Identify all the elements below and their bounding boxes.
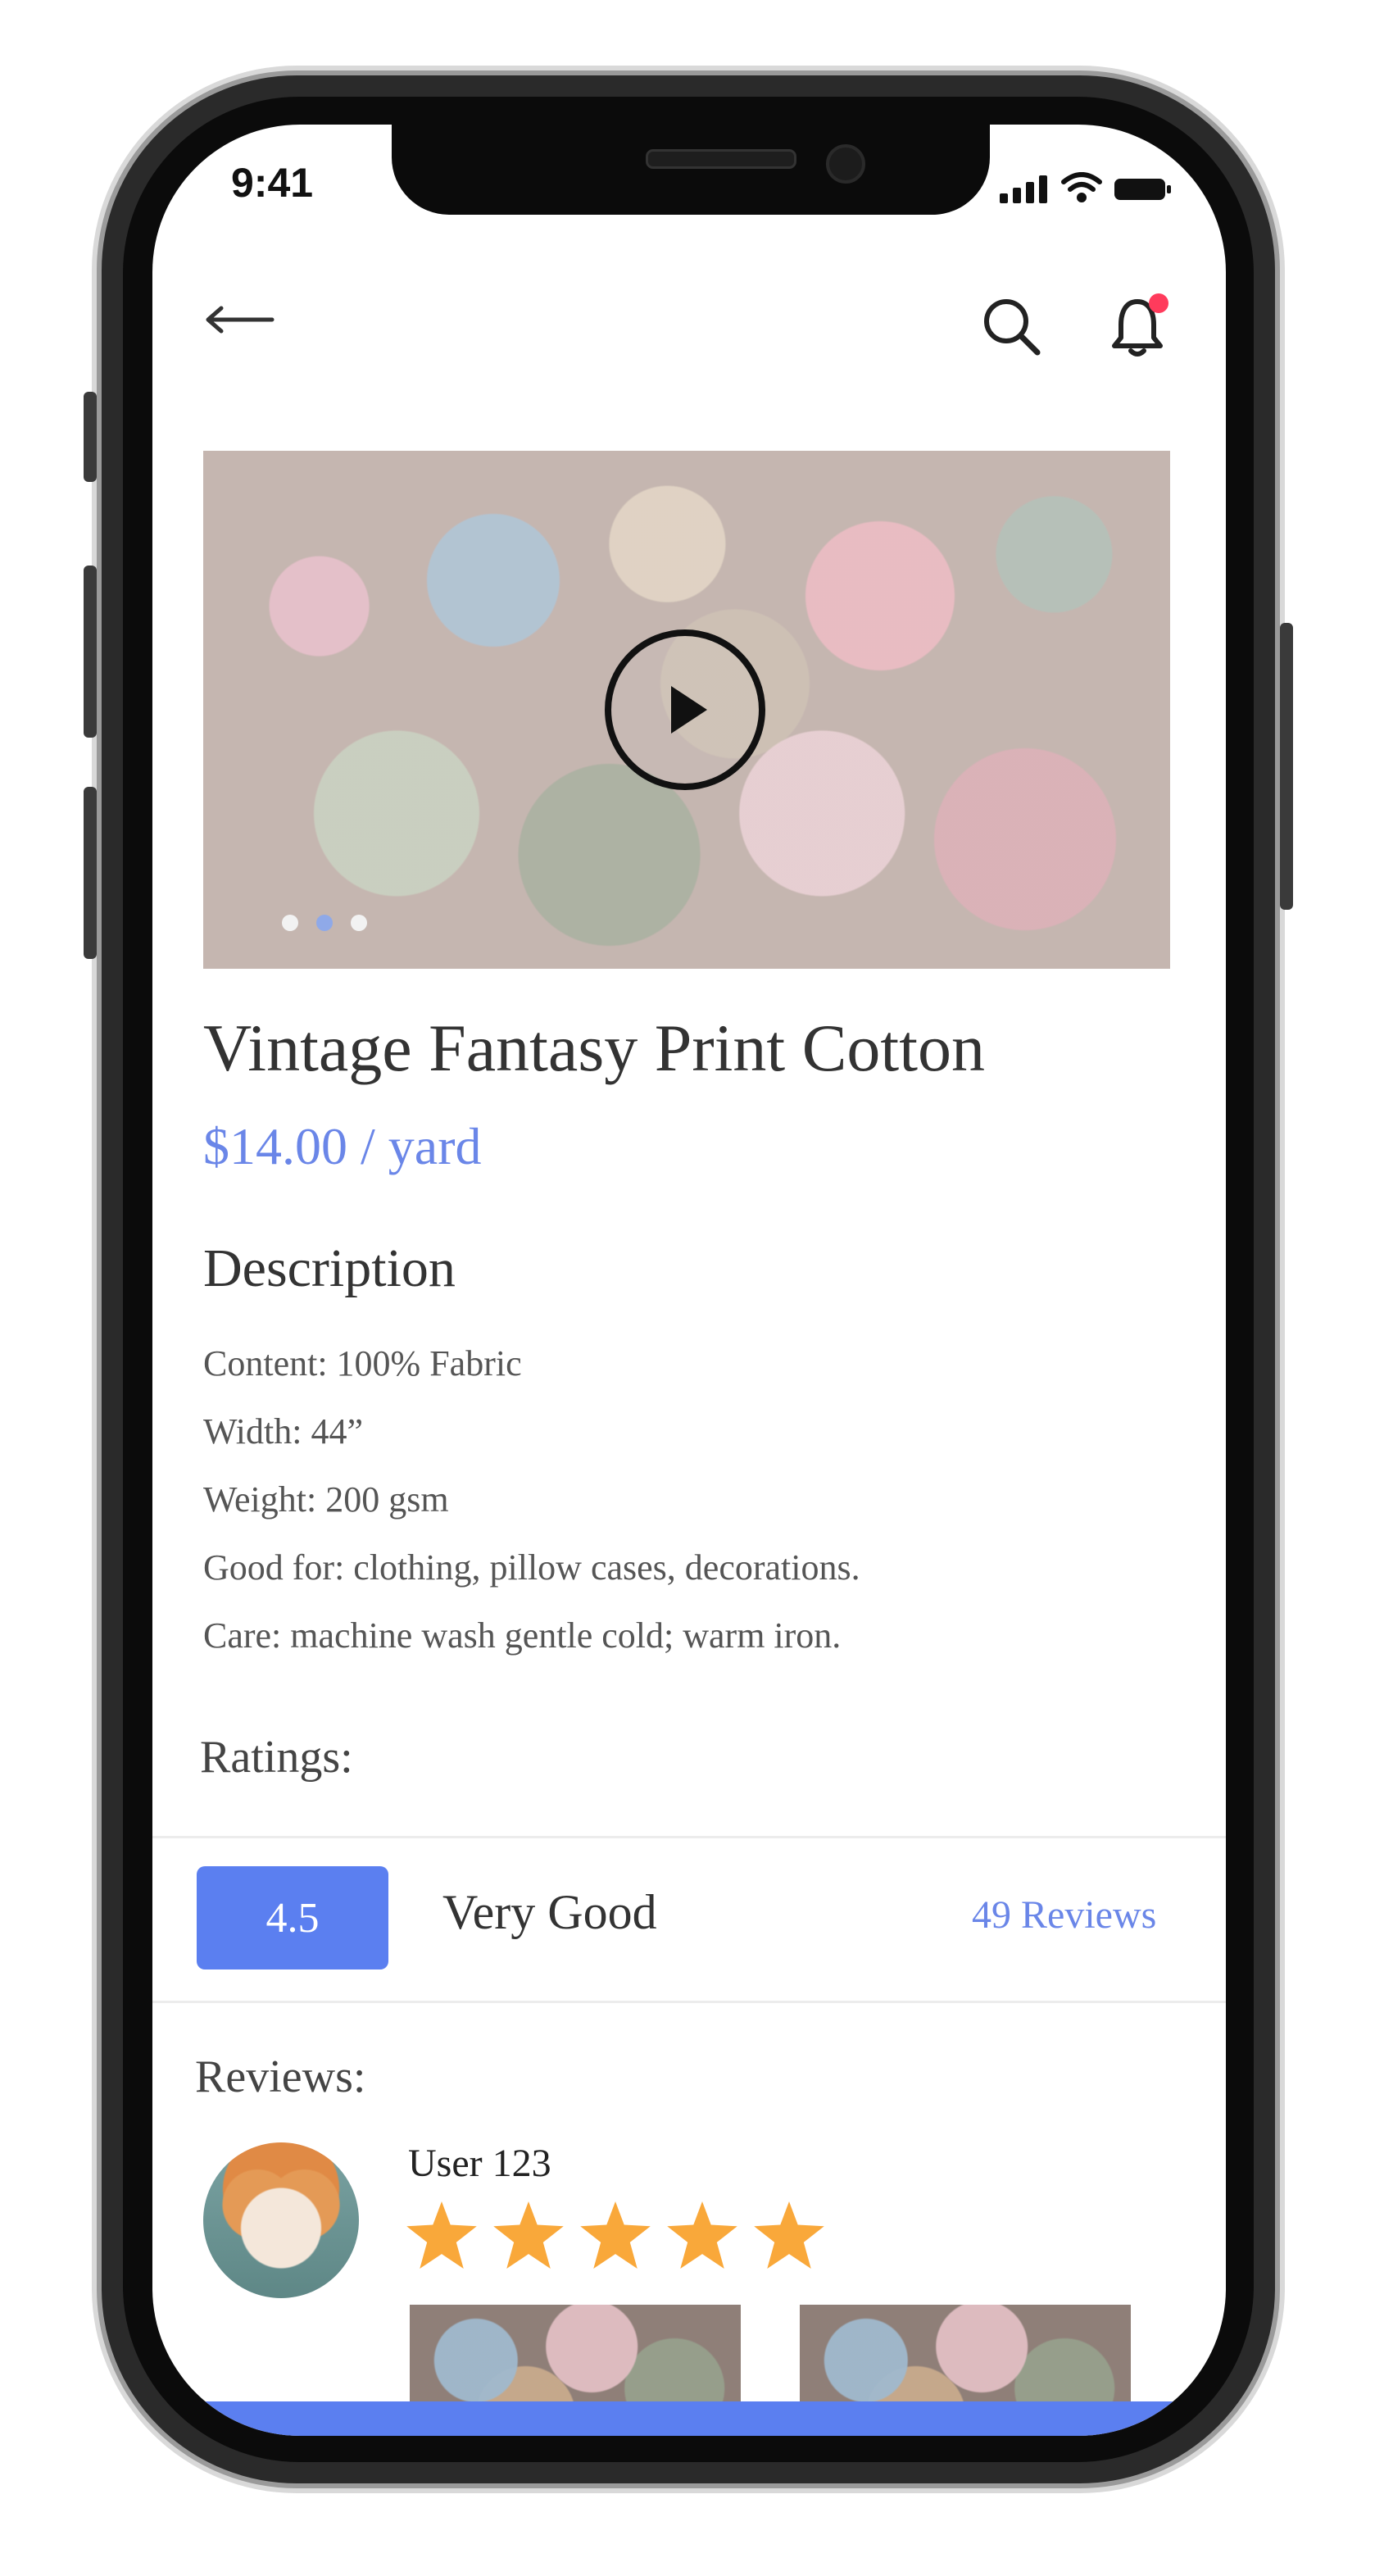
description-line: Width: 44” — [203, 1411, 363, 1452]
star-icon — [754, 2201, 824, 2269]
product-title: Vintage Fantasy Print Cotton — [203, 1011, 985, 1085]
star-icon — [493, 2201, 564, 2269]
reviews-count-link[interactable]: 49 Reviews — [972, 1892, 1156, 1938]
carousel-dot-active[interactable] — [316, 915, 333, 931]
status-icons — [1000, 172, 1172, 203]
signal-icon — [1000, 175, 1047, 203]
description-line: Content: 100% Fabric — [203, 1343, 522, 1383]
status-time: 9:41 — [231, 160, 314, 206]
notification-dot — [1149, 293, 1168, 313]
volume-down-button — [84, 787, 97, 959]
description-heading: Description — [203, 1238, 456, 1298]
carousel-dot[interactable] — [282, 915, 298, 931]
bell-icon[interactable] — [1106, 292, 1175, 361]
carousel-dot[interactable] — [351, 915, 367, 931]
reviews-label: Reviews: — [195, 2051, 366, 2102]
wifi-icon — [1061, 172, 1102, 202]
ratings-label: Ratings: — [200, 1732, 353, 1783]
battery-icon — [1114, 179, 1171, 200]
product-price: $14.00 / yard — [203, 1117, 482, 1175]
notch — [392, 125, 990, 215]
star-icon — [406, 2201, 477, 2269]
reviewer-name: User 123 — [408, 2142, 551, 2185]
description-line: Care: machine wash gentle cold; warm iro… — [203, 1615, 842, 1656]
avatar[interactable] — [203, 2142, 359, 2298]
carousel-dots — [282, 915, 367, 931]
description-line: Weight: 200 gsm — [203, 1479, 449, 1520]
play-icon — [671, 686, 707, 734]
speaker-grille — [646, 149, 796, 169]
phone-screen: 9:41 Vintage Fantasy Print Cotton $14.00… — [152, 125, 1226, 2436]
back-arrow-icon[interactable] — [203, 303, 277, 336]
star-icon — [580, 2201, 651, 2269]
star-icon — [667, 2201, 737, 2269]
front-camera — [826, 144, 865, 184]
rating-score-badge: 4.5 — [197, 1866, 388, 1969]
play-button[interactable] — [605, 629, 765, 790]
search-icon[interactable] — [982, 297, 1042, 357]
volume-up-button — [84, 566, 97, 738]
description-list: Content: 100% Fabric Width: 44” Weight: … — [203, 1329, 860, 1670]
review-stars — [406, 2201, 824, 2269]
silent-switch — [84, 392, 97, 482]
product-media-carousel[interactable] — [203, 451, 1170, 969]
rating-verdict: Very Good — [442, 1885, 657, 1939]
description-line: Good for: clothing, pillow cases, decora… — [203, 1547, 860, 1588]
power-button — [1280, 623, 1293, 910]
bottom-action-bar[interactable] — [152, 2401, 1226, 2436]
rating-summary: 4.5 Very Good 49 Reviews — [152, 1836, 1226, 2003]
